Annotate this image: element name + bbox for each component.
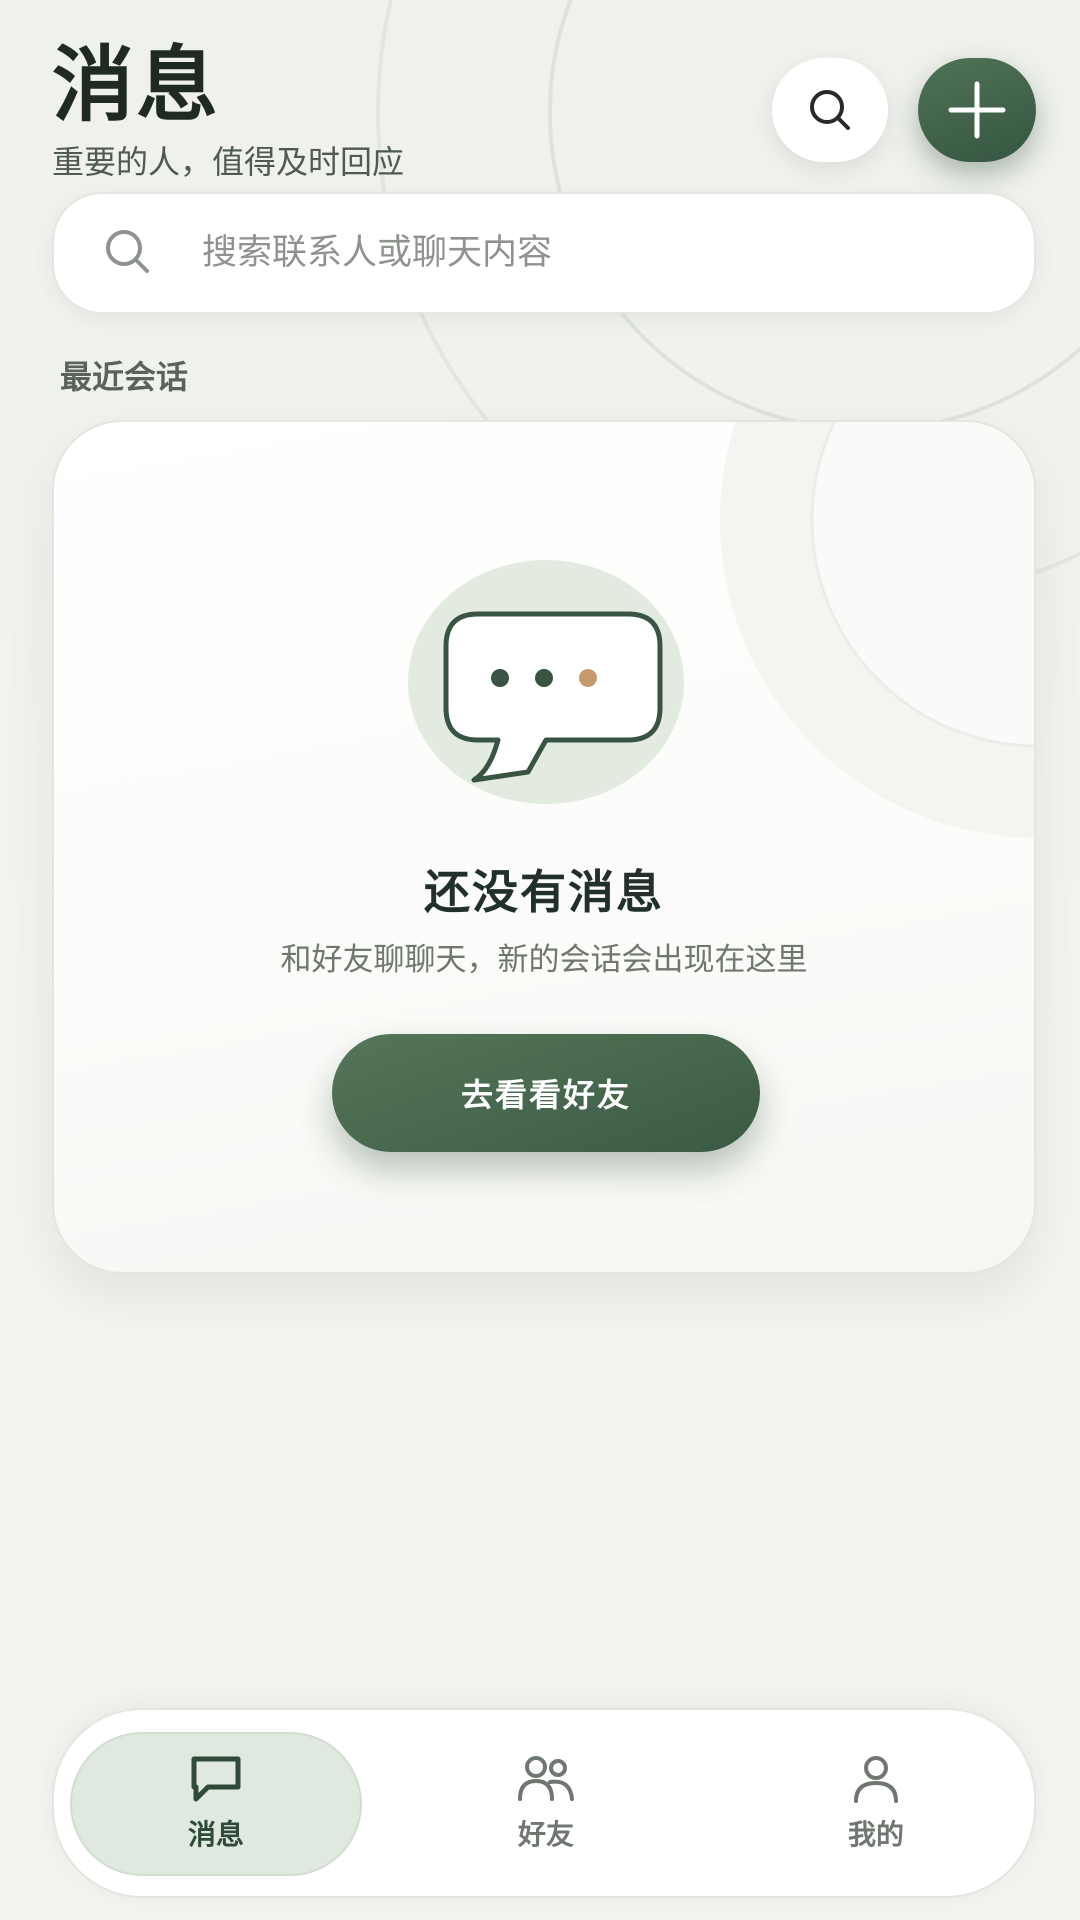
page-subtitle: 重要的人，值得及时回应 bbox=[52, 143, 405, 181]
empty-state-title: 还没有消息 bbox=[424, 865, 664, 919]
nav-item-messages[interactable]: 消息 bbox=[70, 1732, 362, 1876]
search-bar[interactable] bbox=[52, 192, 1036, 314]
nav-label: 我的 bbox=[847, 1818, 904, 1851]
nav-item-friends[interactable]: 好友 bbox=[400, 1732, 692, 1876]
search-button[interactable] bbox=[772, 58, 888, 162]
chat-bubble-icon bbox=[408, 560, 684, 804]
section-label: 最近会话 bbox=[60, 358, 189, 396]
empty-state-card: 还没有消息 和好友聊聊天，新的会话会出现在这里 去看看好友 bbox=[52, 420, 1036, 1274]
empty-state-description: 和好友聊聊天，新的会话会出现在这里 bbox=[280, 942, 808, 978]
plus-icon bbox=[948, 81, 1006, 139]
page-title: 消息 bbox=[52, 38, 221, 133]
bottom-nav: 消息 好友 我的 bbox=[52, 1708, 1036, 1898]
add-button[interactable] bbox=[918, 58, 1036, 162]
view-friends-button[interactable]: 去看看好友 bbox=[332, 1034, 760, 1152]
person-icon bbox=[854, 1756, 898, 1803]
search-input[interactable] bbox=[202, 194, 1002, 312]
nav-label: 好友 bbox=[517, 1818, 574, 1851]
search-icon bbox=[810, 90, 850, 130]
nav-item-profile[interactable]: 我的 bbox=[730, 1732, 1022, 1876]
nav-label: 消息 bbox=[187, 1818, 244, 1851]
search-icon bbox=[106, 230, 149, 273]
chat-icon bbox=[191, 1756, 241, 1802]
header: 消息 重要的人，值得及时回应 bbox=[52, 38, 404, 182]
friends-icon bbox=[518, 1756, 574, 1801]
